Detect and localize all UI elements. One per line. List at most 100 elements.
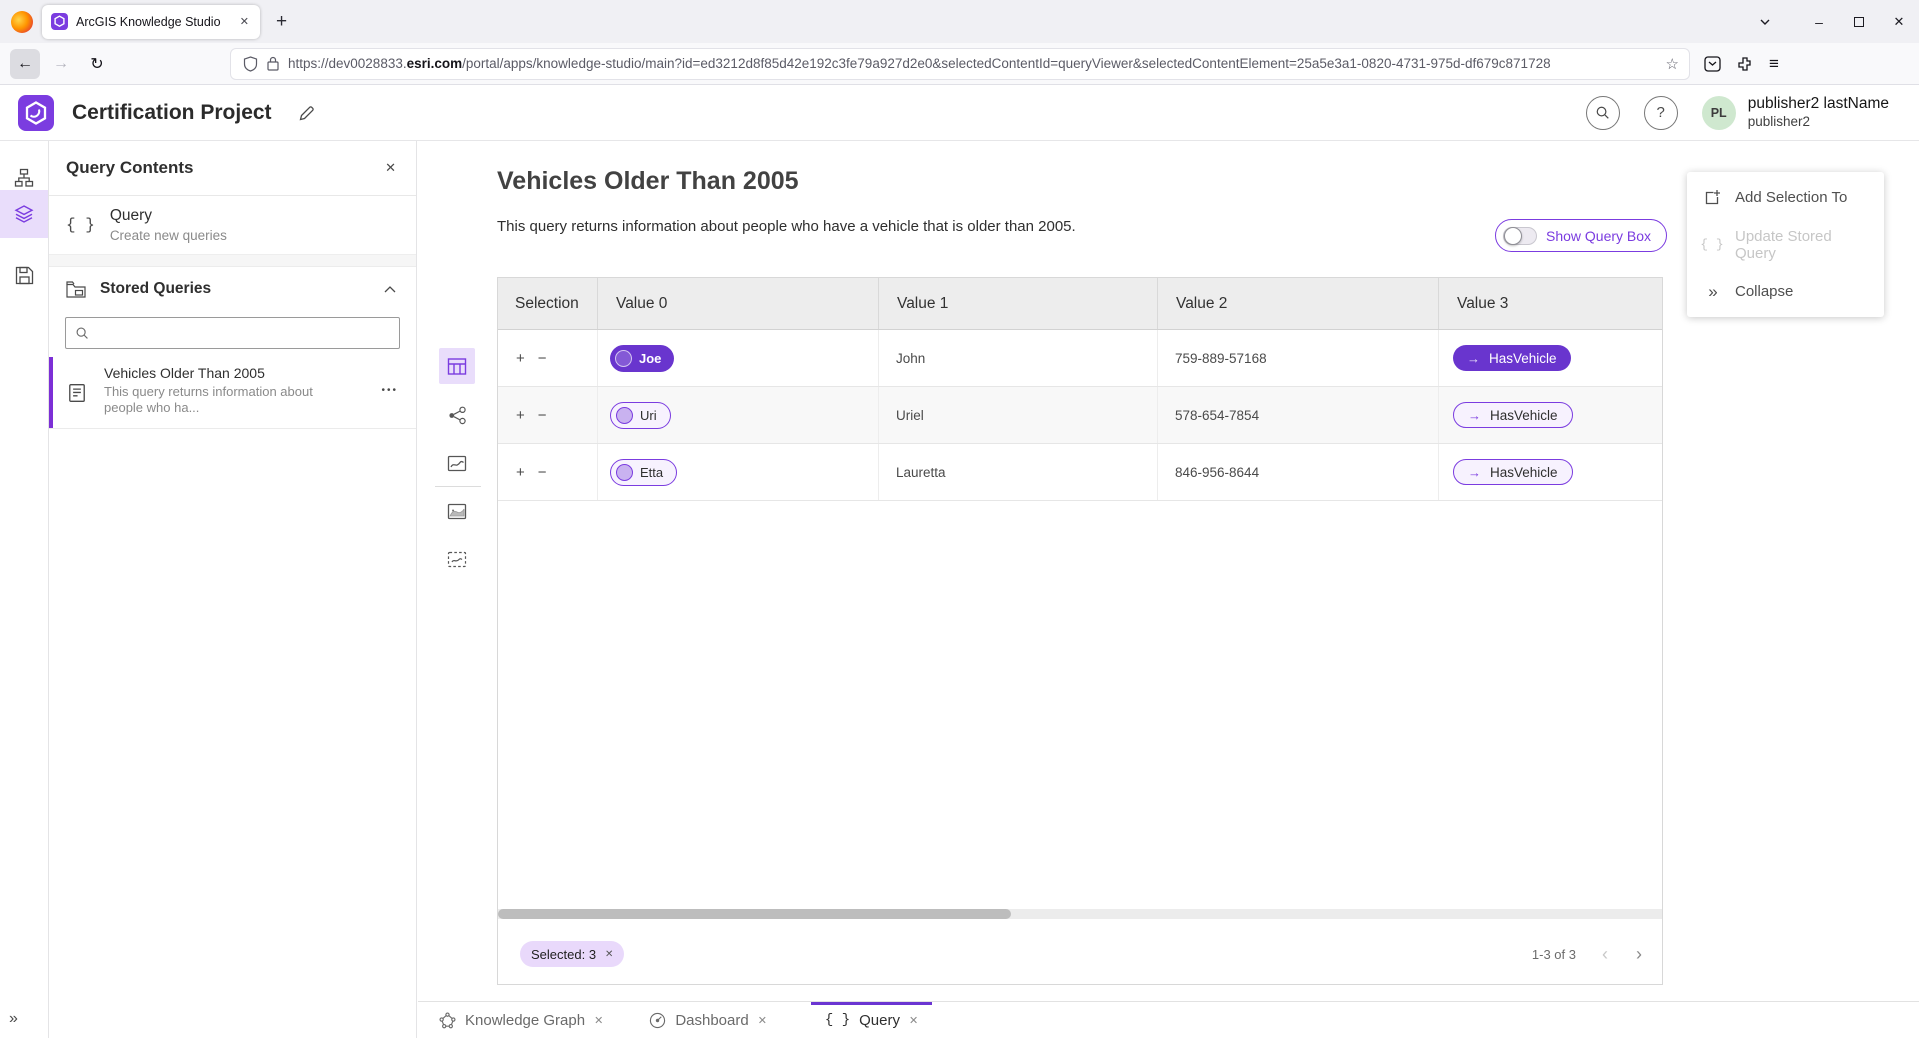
next-page-icon[interactable]: › <box>1636 944 1642 965</box>
reload-button[interactable]: ↻ <box>82 49 112 79</box>
pagination-label: 1-3 of 3 <box>1532 947 1576 962</box>
stored-query-title: Vehicles Older Than 2005 <box>104 365 313 381</box>
forward-button[interactable]: → <box>46 49 76 79</box>
section-divider <box>49 255 416 267</box>
remove-from-selection-button[interactable]: − <box>538 465 547 480</box>
layers-icon[interactable] <box>0 190 48 238</box>
app-window: ArcGIS Knowledge Studio ✕ + – ✕ ← → ↻ ht… <box>0 0 1919 1038</box>
new-map-from-result-button[interactable] <box>439 493 475 529</box>
cell-value2: 759-889-57168 <box>1158 330 1439 386</box>
sidebar-item-query[interactable]: { } Query Create new queries <box>49 196 416 255</box>
new-tab-button[interactable]: + <box>276 11 287 33</box>
column-header-value1[interactable]: Value 1 <box>879 278 1158 329</box>
chevron-up-icon[interactable] <box>384 285 396 293</box>
panel-close-icon[interactable]: ✕ <box>385 160 396 176</box>
project-title: Certification Project <box>72 101 272 125</box>
lock-icon[interactable] <box>267 56 279 71</box>
map-view-button[interactable] <box>439 445 475 481</box>
close-tab-icon[interactable]: ✕ <box>594 1014 603 1027</box>
remove-from-selection-button[interactable]: − <box>538 351 547 366</box>
url-bar[interactable]: https://dev0028833.esri.com/portal/apps/… <box>230 48 1690 80</box>
column-header-value2[interactable]: Value 2 <box>1158 278 1439 329</box>
stored-queries-search[interactable] <box>65 317 400 349</box>
expand-rail-icon[interactable]: » <box>9 1010 16 1028</box>
column-header-selection[interactable]: Selection <box>498 278 598 329</box>
horizontal-scrollbar[interactable] <box>498 909 1662 919</box>
clear-selection-icon[interactable]: ✕ <box>605 949 613 960</box>
add-selection-icon <box>1703 189 1721 206</box>
close-window-button[interactable]: ✕ <box>1879 14 1919 30</box>
stored-queries-header[interactable]: Stored Queries <box>49 267 416 311</box>
close-tab-icon[interactable]: ✕ <box>909 1014 918 1027</box>
show-query-box-toggle[interactable]: Show Query Box <box>1495 219 1667 252</box>
arrow-right-icon: → <box>1468 408 1481 423</box>
panel-title: Query Contents <box>66 158 385 178</box>
search-button[interactable] <box>1586 96 1620 130</box>
avatar[interactable]: PL <box>1702 96 1736 130</box>
shield-icon[interactable] <box>243 56 258 72</box>
stored-query-description: This query returns information about peo… <box>104 384 313 416</box>
dashboard-icon <box>649 1012 666 1029</box>
folder-icon <box>66 281 86 298</box>
extensions-icon[interactable] <box>1737 56 1753 72</box>
add-to-selection-button[interactable]: + <box>516 408 525 423</box>
scrollbar-thumb[interactable] <box>498 909 1011 919</box>
minimize-button[interactable]: – <box>1799 14 1839 30</box>
tab-close-icon[interactable]: ✕ <box>238 15 251 28</box>
stored-query-item[interactable]: Vehicles Older Than 2005 This query retu… <box>49 357 416 429</box>
table-row[interactable]: + − Joe John 759-889-57168 →HasVehicle <box>498 330 1662 387</box>
firefox-icon[interactable] <box>11 11 33 33</box>
menu-item-add-selection-to[interactable]: Add Selection To <box>1687 174 1884 221</box>
add-to-selection-button[interactable]: + <box>516 351 525 366</box>
stored-queries-search-input[interactable] <box>96 318 399 348</box>
browser-navbar: ← → ↻ https://dev0028833.esri.com/portal… <box>0 43 1919 85</box>
data-table-view-button[interactable] <box>439 348 475 384</box>
content-tab-bar: Knowledge Graph ✕ Dashboard ✕ { } Query … <box>418 1001 1919 1038</box>
help-button[interactable]: ? <box>1644 96 1678 130</box>
entity-pill[interactable]: Joe <box>610 345 674 372</box>
maximize-button[interactable] <box>1839 14 1879 30</box>
column-header-value0[interactable]: Value 0 <box>598 278 879 329</box>
table-row[interactable]: + − Etta Lauretta 846-956-8644 →HasVehic… <box>498 444 1662 501</box>
search-icon <box>75 326 89 340</box>
selection-map-icon <box>447 550 467 569</box>
more-options-icon[interactable]: ••• <box>381 385 398 396</box>
browser-tab[interactable]: ArcGIS Knowledge Studio ✕ <box>42 5 260 39</box>
tab-query[interactable]: { } Query ✕ <box>811 1002 932 1038</box>
new-map-icon <box>447 502 467 521</box>
previous-page-icon[interactable]: ‹ <box>1602 944 1608 965</box>
add-to-selection-button[interactable]: + <box>516 465 525 480</box>
close-tab-icon[interactable]: ✕ <box>758 1014 767 1027</box>
table-row[interactable]: + − Uri Uriel 578-654-7854 →HasVehicle <box>498 387 1662 444</box>
tab-dashboard[interactable]: Dashboard ✕ <box>635 1002 781 1038</box>
knowledge-studio-logo <box>18 95 54 131</box>
knowledge-graph-icon <box>439 1012 456 1029</box>
toggle-switch[interactable] <box>1503 227 1537 245</box>
remove-from-selection-button[interactable]: − <box>538 408 547 423</box>
cell-value1: Lauretta <box>879 444 1158 500</box>
relationship-pill[interactable]: →HasVehicle <box>1453 402 1573 428</box>
edit-title-button[interactable] <box>298 104 316 122</box>
menu-icon[interactable]: ≡ <box>1769 54 1779 74</box>
pocket-icon[interactable] <box>1704 56 1721 72</box>
back-button[interactable]: ← <box>10 49 40 79</box>
list-tabs-chevron-icon[interactable] <box>1759 16 1799 28</box>
tab-knowledge-graph[interactable]: Knowledge Graph ✕ <box>425 1002 617 1038</box>
column-header-value3[interactable]: Value 3 <box>1439 278 1662 329</box>
entity-pill[interactable]: Etta <box>610 459 677 486</box>
menu-item-collapse[interactable]: » Collapse <box>1687 268 1884 315</box>
bookmark-star-icon[interactable]: ☆ <box>1666 55 1679 73</box>
user-menu[interactable]: publisher2 lastName publisher2 <box>1748 95 1889 130</box>
entity-pill[interactable]: Uri <box>610 402 671 429</box>
table-header-row: Selection Value 0 Value 1 Value 2 Value … <box>498 278 1662 330</box>
save-icon[interactable] <box>0 251 48 299</box>
menu-item-update-stored-query[interactable]: { } Update Stored Query <box>1687 221 1884 268</box>
relationship-pill[interactable]: →HasVehicle <box>1453 459 1573 485</box>
selected-count-chip[interactable]: Selected: 3 ✕ <box>520 941 624 967</box>
user-full-name: publisher2 lastName <box>1748 95 1889 114</box>
relationship-pill[interactable]: →HasVehicle <box>1453 345 1571 371</box>
entity-icon <box>616 464 633 481</box>
cell-value1: John <box>879 330 1158 386</box>
link-chart-view-button[interactable] <box>439 397 475 433</box>
selection-map-button[interactable] <box>439 541 475 577</box>
